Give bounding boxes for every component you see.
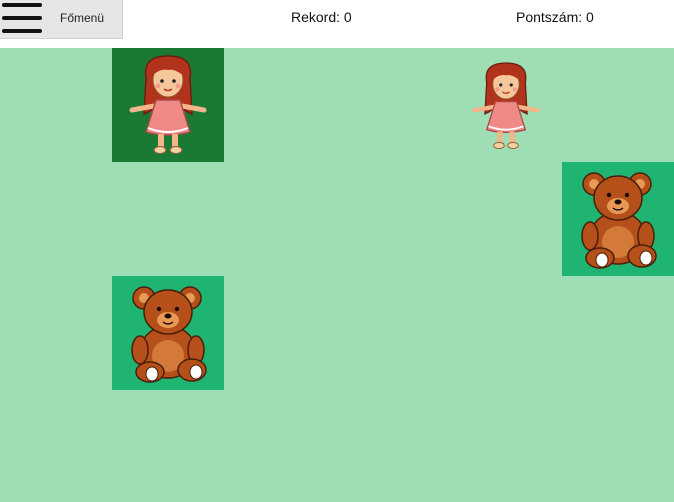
- hamburger-menu-icon: [2, 3, 42, 35]
- doll-icon: [450, 56, 562, 156]
- game-board: [0, 48, 674, 502]
- doll-icon: [112, 48, 224, 162]
- game-tile-doll-selected[interactable]: [112, 48, 224, 162]
- game-tile-doll[interactable]: [450, 56, 562, 170]
- score-display: Pontszám: 0: [516, 9, 594, 25]
- game-tile-teddy-bear-highlighted[interactable]: [562, 162, 674, 276]
- main-menu-label: Főmenü: [60, 11, 105, 25]
- teddy-bear-icon: [562, 162, 674, 276]
- teddy-bear-icon: [112, 276, 224, 390]
- top-bar: Főmenü Rekord: 0 Pontszám: 0: [0, 0, 674, 48]
- main-menu-button[interactable]: Főmenü: [0, 0, 123, 39]
- record-display: Rekord: 0: [291, 9, 352, 25]
- game-tile-teddy-bear-highlighted[interactable]: [112, 276, 224, 390]
